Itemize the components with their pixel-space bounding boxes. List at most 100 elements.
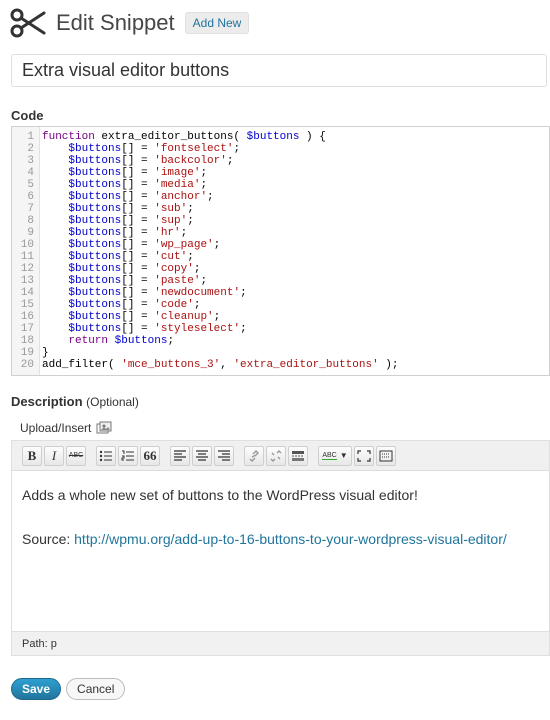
description-title: Description [11, 394, 83, 409]
code-line: 12 $buttons[] = 'copy'; [12, 263, 399, 275]
line-number: 9 [27, 227, 34, 239]
code-text: $buttons[] = 'sup'; [68, 215, 194, 227]
line-number: 6 [27, 191, 34, 203]
insert-link-button[interactable] [244, 445, 264, 466]
code-line: 9 $buttons[] = 'hr'; [12, 227, 399, 239]
strikethrough-button[interactable]: ABC [66, 445, 86, 466]
italic-button[interactable]: I [44, 445, 64, 466]
kitchen-sink-icon [379, 450, 393, 461]
editor-path-bar: Path: p [12, 631, 549, 655]
line-number: 16 [20, 311, 34, 323]
align-left-button[interactable] [170, 445, 190, 466]
code-line: 5 $buttons[] = 'media'; [12, 179, 399, 191]
code-text: $buttons[] = 'backcolor'; [68, 155, 234, 167]
add-media-icon[interactable] [96, 421, 112, 435]
upload-insert[interactable]: Upload/Insert [20, 421, 112, 435]
source-label: Source: [22, 531, 71, 547]
line-number: 8 [27, 215, 34, 227]
line-number: 1 [27, 131, 34, 143]
blockquote-icon: 66 [143, 447, 157, 463]
code-text: } [42, 347, 49, 359]
code-line: 16 $buttons[] = 'cleanup'; [12, 311, 399, 323]
line-number: 12 [20, 263, 34, 275]
align-right-icon [218, 449, 230, 461]
cancel-button[interactable]: Cancel [66, 678, 126, 700]
line-number: 10 [20, 239, 34, 251]
code-line: 7 $buttons[] = 'sub'; [12, 203, 399, 215]
code-line: 19} [12, 347, 399, 359]
snippet-title-input[interactable]: Extra visual editor buttons [11, 54, 547, 87]
blockquote-button[interactable]: 66 [140, 445, 160, 466]
description-paragraph: Adds a whole new set of buttons to the W… [22, 487, 418, 503]
code-editor[interactable]: 1 function extra_editor_buttons( $buttons… [11, 126, 550, 376]
line-number: 2 [27, 143, 34, 155]
kitchen-sink-button[interactable] [376, 445, 396, 466]
line-number: 19 [20, 347, 34, 359]
save-button[interactable]: Save [11, 678, 62, 700]
code-text: $buttons[] = 'paste'; [68, 275, 208, 287]
code-text: $buttons[] = 'code'; [68, 299, 201, 311]
code-line: 20 add_filter( 'mce_buttons_3', 'extra_ed… [12, 359, 399, 371]
line-number: 5 [27, 179, 34, 191]
spellcheck-icon: ABC [322, 451, 337, 460]
scissors-icon [10, 8, 46, 38]
code-line: 2 $buttons[] = 'fontselect'; [12, 143, 399, 155]
code-line: 14 $buttons[] = 'newdocument'; [12, 287, 399, 299]
align-left-icon [174, 449, 186, 461]
fullscreen-button[interactable] [354, 445, 374, 466]
line-number: 17 [20, 323, 34, 335]
align-center-icon [196, 449, 208, 461]
source-link[interactable]: http://wpmu.org/add-up-to-16-buttons-to-… [74, 531, 507, 547]
code-line: 3 $buttons[] = 'backcolor'; [12, 155, 399, 167]
code-label: Code [11, 108, 44, 123]
code-text: function extra_editor_buttons( $buttons … [42, 131, 326, 143]
code-line: 18 return $buttons; [12, 335, 399, 347]
strikethrough-icon: ABC [68, 452, 84, 459]
bullet-list-button[interactable] [96, 445, 116, 466]
unlink-button[interactable] [266, 445, 286, 466]
optional-label: (Optional) [86, 395, 139, 409]
numbered-list-button[interactable] [118, 445, 138, 466]
code-line: 10 $buttons[] = 'wp_page'; [12, 239, 399, 251]
code-text: $buttons[] = 'anchor'; [68, 191, 214, 203]
bullet-list-icon [99, 450, 112, 461]
code-lines: 1 function extra_editor_buttons( $buttons… [12, 131, 399, 371]
code-line: 13 $buttons[] = 'paste'; [12, 275, 399, 287]
insert-more-button[interactable] [288, 445, 308, 466]
code-line: 15 $buttons[] = 'code'; [12, 299, 399, 311]
upload-insert-label[interactable]: Upload/Insert [20, 421, 91, 435]
read-more-icon [292, 450, 304, 461]
code-line: 4 $buttons[] = 'image'; [12, 167, 399, 179]
line-number: 14 [20, 287, 34, 299]
bold-icon: B [27, 447, 37, 463]
bold-button[interactable]: B [22, 445, 42, 466]
editor-content[interactable]: Adds a whole new set of buttons to the W… [22, 485, 507, 573]
code-line: 8 $buttons[] = 'sup'; [12, 215, 399, 227]
code-text: $buttons[] = 'sub'; [68, 203, 194, 215]
code-text: $buttons[] = 'hr'; [68, 227, 188, 239]
align-right-button[interactable] [214, 445, 234, 466]
editor-toolbar: B I ABC 66 ABC ▼ [12, 441, 549, 471]
line-number: 3 [27, 155, 34, 167]
add-new-button[interactable]: Add New [184, 12, 250, 34]
code-text: $buttons[] = 'wp_page'; [68, 239, 221, 251]
italic-icon: I [51, 447, 57, 463]
code-text: $buttons[] = 'image'; [68, 167, 208, 179]
code-line: 1 function extra_editor_buttons( $buttons… [12, 131, 399, 143]
code-line: 11 $buttons[] = 'cut'; [12, 251, 399, 263]
description-editor[interactable]: B I ABC 66 ABC ▼ Adds a whole new set of… [11, 440, 550, 656]
code-line: 6 $buttons[] = 'anchor'; [12, 191, 399, 203]
line-number: 11 [20, 251, 34, 263]
line-number: 4 [27, 167, 34, 179]
line-number: 20 [20, 359, 34, 371]
line-number: 15 [20, 299, 34, 311]
form-actions: Save Cancel [11, 678, 126, 700]
align-center-button[interactable] [192, 445, 212, 466]
page-title: Edit Snippet [56, 10, 175, 35]
code-text: add_filter( 'mce_buttons_3', 'extra_edit… [42, 359, 399, 371]
spellcheck-button[interactable]: ABC ▼ [318, 445, 352, 466]
code-text: return $buttons; [68, 335, 175, 347]
unlink-icon [270, 449, 282, 462]
line-number: 18 [20, 335, 34, 347]
code-text: $buttons[] = 'copy'; [68, 263, 201, 275]
